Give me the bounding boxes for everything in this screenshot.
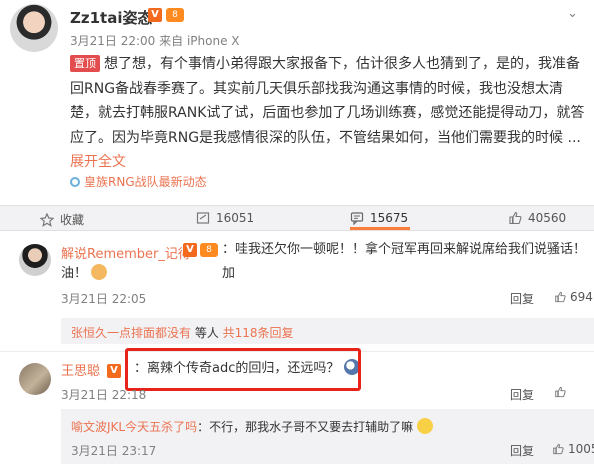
topic-label: 皇族RNG战队最新动态 (84, 175, 207, 189)
commenter-badges: V (107, 360, 121, 379)
member-level-icon: 8 (166, 8, 184, 22)
commenter-name[interactable]: 王思聪 (61, 360, 100, 379)
thumbs-up-icon (553, 443, 564, 455)
nested-reply-author[interactable]: 喻文波JKL今天五杀了吗 (71, 420, 197, 434)
post-meta: 3月21日 22:00 来自 iPhone X (70, 32, 240, 49)
comment-text-cont: 油！ (61, 262, 108, 286)
post-device: 来自 iPhone X (159, 34, 240, 48)
repost-button[interactable]: 16051 (196, 211, 254, 225)
post-text: 想了想，有个事情小弟得跟大家报备下，估计很多人也猜到了，是的，我准备回RNG备战… (70, 56, 585, 146)
thumbs-up-icon (555, 386, 566, 398)
weibo-post: Zz1tai姿态 V 8 3月21日 22:00 来自 iPhone X ⌄ 置… (0, 0, 594, 205)
post-body: 置顶 想了想，有个事情小弟得跟大家报备下，估计很多人也猜到了，是的，我准备回RNG… (70, 52, 585, 175)
comment-time: 3月21日 22:18 (61, 388, 147, 402)
repost-icon (196, 212, 210, 224)
topic-link[interactable]: 皇族RNG战队最新动态 (70, 173, 207, 190)
reply-button[interactable]: 回复 (510, 386, 534, 403)
verified-icon: V (107, 363, 121, 378)
nested-reply-button[interactable]: 回复 (510, 442, 534, 459)
expand-link[interactable]: 展开全文 (70, 154, 126, 170)
comment-button[interactable]: 15675 (350, 211, 408, 225)
favorite-label: 收藏 (60, 213, 85, 227)
reply-summary-names[interactable]: 张恒久一点排面都没有 (71, 326, 191, 340)
commenter-avatar[interactable] (19, 244, 51, 276)
like-count: 40560 (528, 211, 567, 225)
pinned-tag: 置顶 (70, 55, 100, 72)
star-icon (40, 212, 54, 227)
topic-icon (70, 177, 80, 187)
member-level-icon: 8 (200, 243, 218, 257)
comment-like-button[interactable]: 694 (554, 290, 593, 304)
thumbs-up-icon (555, 291, 566, 303)
comment-text-line2: 油！ (61, 266, 88, 281)
chevron-down-icon[interactable]: ⌄ (567, 6, 578, 21)
favorite-button[interactable]: 收藏 (40, 211, 84, 228)
like-button[interactable]: 40560 (508, 211, 566, 225)
author-badges: V 8 (148, 8, 184, 22)
sweat-emoji-icon (416, 418, 433, 434)
comment-time: 3月21日 22:05 (61, 292, 147, 306)
post-time[interactable]: 3月21日 22:00 (70, 34, 155, 48)
verified-icon: V (183, 243, 197, 257)
nested-reply-like-count: 1005 (568, 442, 594, 456)
verified-icon: V (148, 8, 162, 22)
action-bar (0, 205, 594, 231)
reply-button[interactable]: 回复 (510, 290, 534, 307)
flex-arm-emoji-icon (91, 264, 108, 280)
nested-reply-like-button[interactable]: 1005 (552, 442, 594, 456)
nested-reply-text: 喻文波JKL今天五杀了吗：不行，那我水子哥不又要去打辅助了嘛 (71, 418, 433, 435)
author-avatar[interactable] (10, 4, 58, 52)
commenter-name[interactable]: 解说Remember_记得 (61, 243, 191, 262)
author-name[interactable]: Zz1tai姿态 (70, 7, 152, 28)
comment-like-button[interactable] (554, 386, 566, 398)
comment-icon (350, 212, 364, 225)
reply-summary-text: 张恒久一点排面都没有 等人 共118条回复 (71, 324, 294, 341)
comment-count: 15675 (370, 211, 409, 225)
commenter-avatar[interactable] (19, 363, 51, 395)
comment-like-count: 694 (570, 290, 593, 304)
comment-text: ：哇我还欠你一顿呢！！拿个冠军再回来解说席给我们说骚话！加 (222, 242, 587, 281)
active-tab-indicator (350, 227, 410, 230)
nested-reply-content: ：不行，那我水子哥不又要去打辅助了嘛 (197, 420, 414, 434)
reply-summary-mid: 等人 (191, 326, 223, 340)
reply-summary-count[interactable]: 共118条回复 (223, 326, 294, 340)
thumbs-up-icon (509, 211, 522, 225)
repost-count: 16051 (216, 211, 255, 225)
commenter-badges: V 8 (183, 243, 218, 257)
highlight-box (125, 348, 361, 391)
nested-reply-time: 3月21日 23:17 (71, 444, 157, 458)
